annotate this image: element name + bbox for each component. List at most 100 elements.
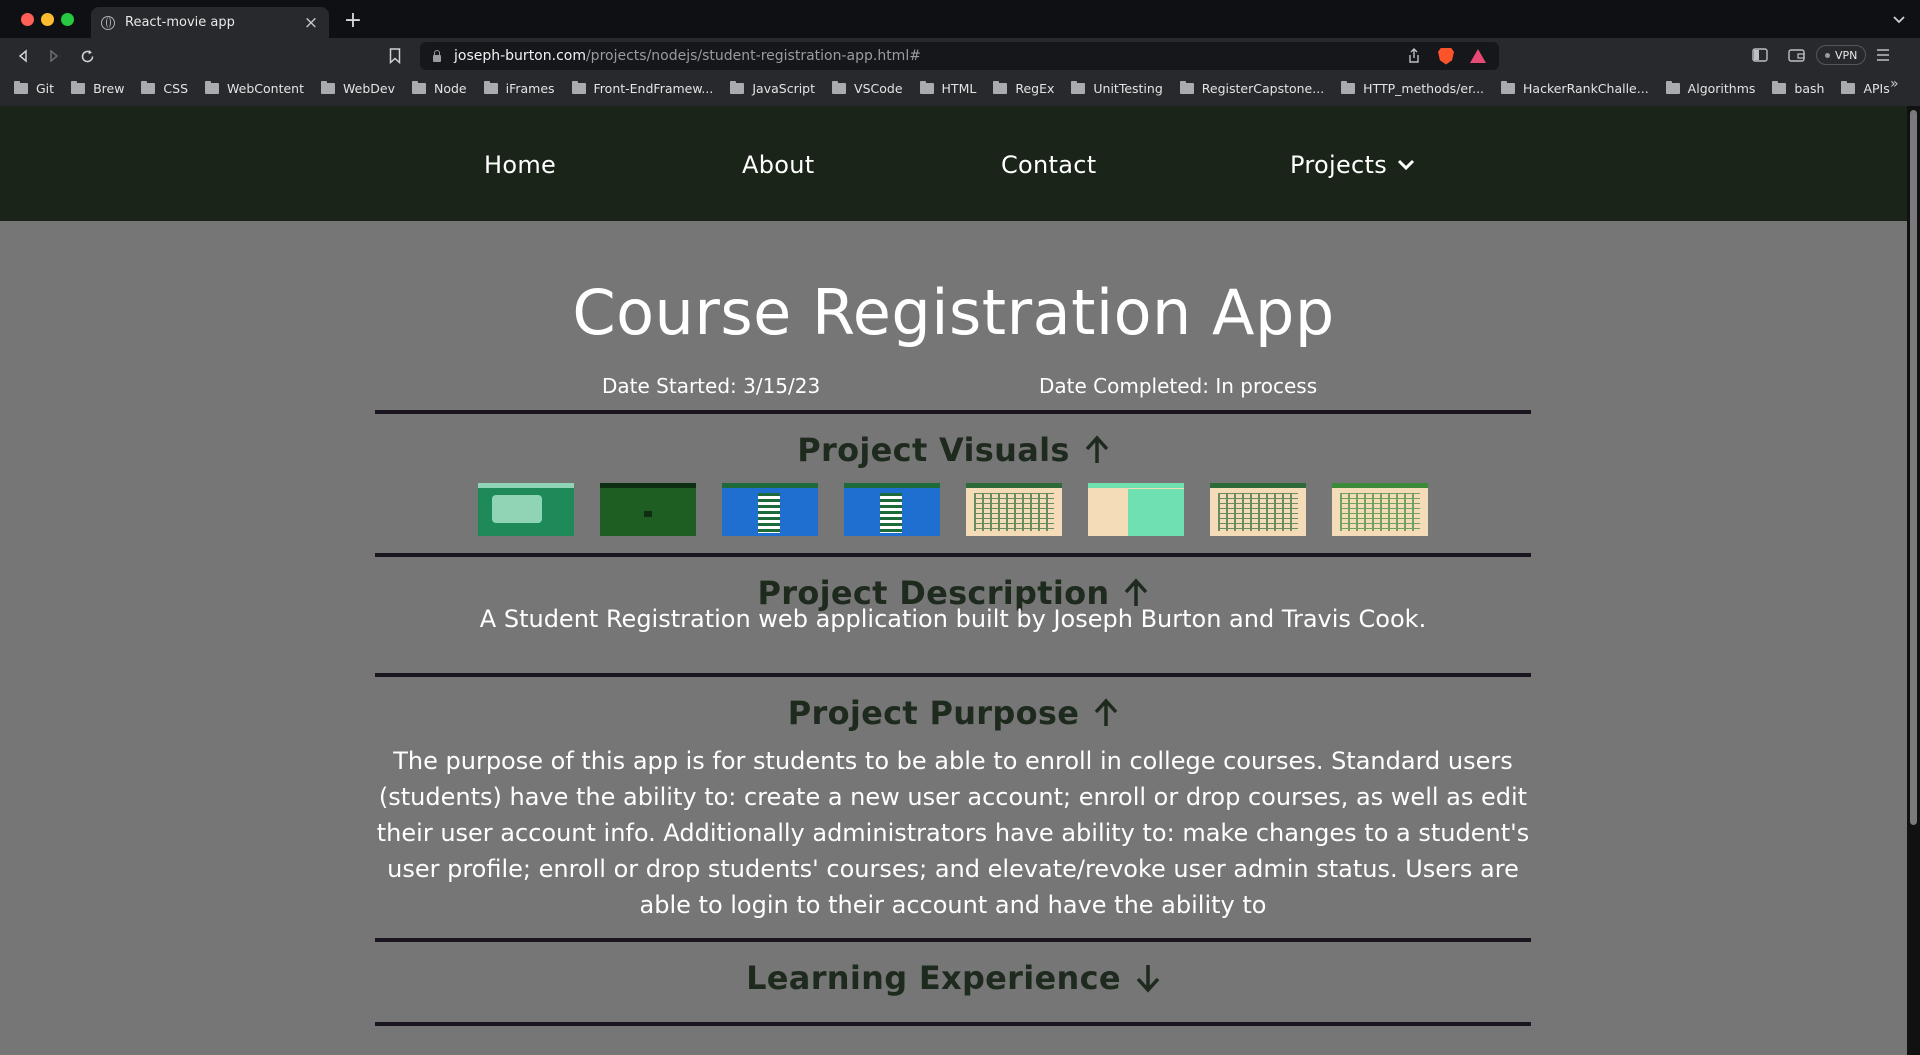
maximize-window-button[interactable]	[61, 13, 74, 26]
bookmark-item[interactable]: JavaScript	[730, 80, 815, 96]
browser-toolbar: joseph-burton.com /projects/nodejs/stude…	[0, 38, 1920, 74]
minimize-window-button[interactable]	[41, 13, 54, 26]
bookmark-item[interactable]: Node	[411, 80, 467, 96]
menu-icon[interactable]	[1876, 49, 1890, 61]
scrollbar-thumb[interactable]	[1910, 110, 1917, 825]
project-visuals-toggle[interactable]: Project Visuals	[0, 431, 1907, 469]
vpn-button[interactable]: VPN	[1816, 45, 1867, 65]
folder-icon	[205, 80, 220, 94]
brave-shields-icon[interactable]	[1437, 47, 1455, 65]
project-visuals-heading: Project Visuals	[797, 431, 1070, 469]
brave-rewards-icon[interactable]	[1469, 47, 1487, 65]
forward-arrow-icon	[50, 49, 59, 63]
project-thumbnail[interactable]	[1332, 483, 1428, 536]
arrow-up-icon	[1085, 435, 1108, 463]
back-button[interactable]	[13, 46, 33, 66]
project-purpose-toggle[interactable]: Project Purpose	[0, 694, 1907, 732]
thumbnail-content	[974, 493, 1054, 531]
nav-contact-link[interactable]: Contact	[1001, 151, 1096, 179]
bookmark-item[interactable]: RegisterCapstone...	[1179, 80, 1325, 96]
project-thumbnail[interactable]	[478, 483, 574, 536]
bookmark-label: HTTP_methods/er...	[1363, 80, 1485, 96]
folder-icon	[71, 80, 86, 94]
bookmark-item[interactable]: HTTP_methods/er...	[1341, 80, 1485, 96]
tab-strip: React-movie app × +	[0, 0, 1920, 38]
wallet-icon[interactable]	[1788, 48, 1806, 62]
browser-tab[interactable]: React-movie app ×	[91, 7, 329, 38]
project-thumbnail[interactable]	[966, 483, 1062, 536]
bookmarks-bar: Git Brew CSS WebContent WebDev Node iFrames Fro…	[0, 76, 1920, 100]
project-thumbnails	[478, 483, 1454, 536]
folder-icon	[832, 80, 847, 94]
bookmark-item[interactable]: VSCode	[832, 80, 903, 96]
thumbnail-header	[844, 483, 940, 488]
tab-title: React-movie app	[125, 15, 235, 30]
nav-about-link[interactable]: About	[742, 151, 814, 179]
chevron-down-icon[interactable]	[1891, 11, 1907, 27]
close-window-button[interactable]	[21, 13, 34, 26]
project-thumbnail[interactable]	[1088, 483, 1184, 536]
thumbnail-content	[1340, 493, 1420, 531]
thumbnail-content	[1218, 493, 1298, 531]
bookmark-item[interactable]: RegEx	[993, 80, 1055, 96]
bookmark-item[interactable]: bash	[1772, 80, 1825, 96]
bookmark-label: CSS	[163, 80, 189, 96]
lock-icon	[432, 50, 442, 62]
bookmark-item[interactable]: HTML	[919, 80, 976, 96]
learning-experience-toggle[interactable]: Learning Experience	[0, 959, 1907, 997]
url-host: joseph-burton.com	[454, 48, 586, 64]
folder-icon	[1071, 80, 1086, 94]
bookmark-icon[interactable]	[389, 48, 401, 64]
project-thumbnail[interactable]	[722, 483, 818, 536]
project-thumbnail[interactable]	[600, 483, 696, 536]
bookmark-item[interactable]: Git	[14, 80, 55, 96]
sidebar-toggle-icon[interactable]	[1752, 48, 1768, 62]
folder-icon	[141, 80, 156, 94]
thumbnail-content	[758, 493, 780, 533]
folder-icon	[919, 80, 934, 94]
bookmark-item[interactable]: UnitTesting	[1071, 80, 1163, 96]
bookmark-label: RegisterCapstone...	[1201, 80, 1325, 96]
page-scrollbar[interactable]	[1907, 106, 1920, 1055]
nav-home-link[interactable]: Home	[484, 151, 556, 179]
bookmark-item[interactable]: APIs	[1841, 80, 1890, 96]
nav-projects-label: Projects	[1290, 151, 1388, 179]
address-bar[interactable]: joseph-burton.com /projects/nodejs/stude…	[420, 42, 1499, 70]
page-viewport: Home About Contact Projects Course Regis…	[0, 106, 1907, 1055]
bookmark-label: Algorithms	[1687, 80, 1756, 96]
chevron-down-icon	[1397, 159, 1415, 171]
bookmark-item[interactable]: iFrames	[483, 80, 555, 96]
bookmark-item[interactable]: Front-EndFramew...	[571, 80, 713, 96]
project-thumbnail[interactable]	[844, 483, 940, 536]
folder-icon	[571, 80, 586, 94]
thumbnail-content	[880, 493, 902, 533]
bookmark-item[interactable]: HackerRankChalle...	[1501, 80, 1649, 96]
new-tab-button[interactable]: +	[343, 8, 363, 33]
share-icon[interactable]	[1405, 47, 1423, 65]
bookmark-label: bash	[1794, 80, 1825, 96]
nav-projects-dropdown[interactable]: Projects	[1290, 151, 1415, 179]
folder-icon	[1841, 80, 1856, 94]
project-thumbnail[interactable]	[1210, 483, 1306, 536]
bookmark-item[interactable]: Brew	[71, 80, 124, 96]
folder-icon	[993, 80, 1008, 94]
bookmark-item[interactable]: CSS	[141, 80, 189, 96]
bookmark-item[interactable]: WebDev	[321, 80, 395, 96]
folder-icon	[730, 80, 745, 94]
project-purpose-heading: Project Purpose	[787, 694, 1080, 732]
thumbnail-content	[644, 511, 652, 517]
folder-icon	[321, 80, 335, 94]
folder-icon	[1501, 80, 1516, 94]
bookmark-item[interactable]: WebContent	[205, 80, 304, 96]
bookmark-label: RegEx	[1015, 80, 1055, 96]
section-divider	[375, 410, 1531, 414]
thumbnail-content	[1128, 489, 1184, 536]
tab-close-icon[interactable]: ×	[303, 13, 319, 33]
forward-button[interactable]	[44, 46, 64, 66]
bookmark-label: Git	[36, 80, 55, 96]
reload-button[interactable]	[77, 46, 97, 66]
bookmarks-overflow-button[interactable]: »	[1890, 76, 1899, 92]
folder-icon	[14, 80, 28, 94]
thumbnail-header	[1210, 483, 1306, 488]
bookmark-item[interactable]: Algorithms	[1665, 80, 1756, 96]
